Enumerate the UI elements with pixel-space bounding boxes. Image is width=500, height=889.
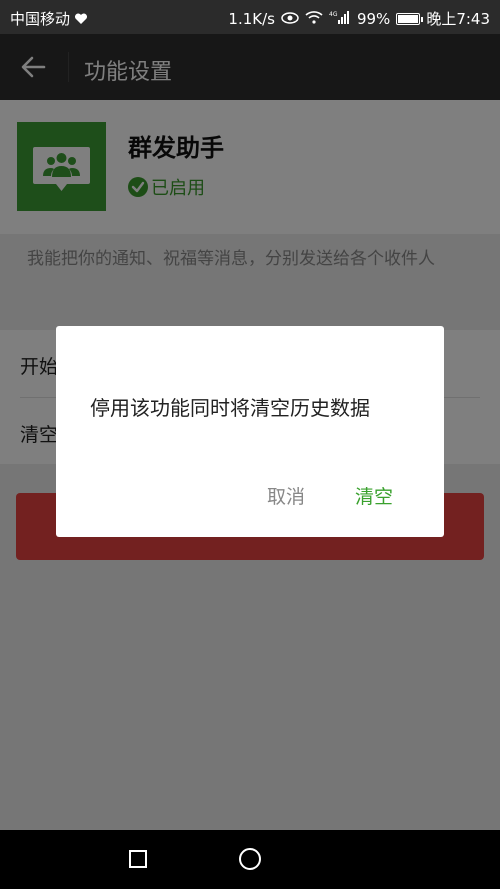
health-heart-icon bbox=[74, 12, 88, 25]
dialog-message: 停用该功能同时将清空历史数据 bbox=[90, 396, 370, 420]
signal-icon: 4G bbox=[329, 10, 351, 28]
status-bar: 中国移动 1.1K/s 4G 99% 晚上7:43 bbox=[0, 0, 500, 34]
recent-apps-icon[interactable] bbox=[129, 850, 147, 868]
net-speed: 1.1K/s bbox=[228, 9, 275, 28]
cancel-button[interactable]: 取消 bbox=[267, 482, 305, 509]
confirm-dialog: 停用该功能同时将清空历史数据 取消 清空 bbox=[56, 326, 444, 537]
carrier-label: 中国移动 bbox=[10, 10, 71, 28]
system-nav-bar bbox=[0, 830, 500, 889]
wifi-icon bbox=[305, 10, 323, 28]
clock: 晚上7:43 bbox=[426, 10, 490, 28]
clear-button[interactable]: 清空 bbox=[355, 482, 393, 509]
network-type-label: 4G bbox=[329, 11, 338, 18]
battery-percent: 99% bbox=[356, 9, 391, 28]
home-icon[interactable] bbox=[239, 848, 261, 870]
eye-icon bbox=[281, 10, 299, 28]
battery-icon bbox=[396, 12, 424, 25]
